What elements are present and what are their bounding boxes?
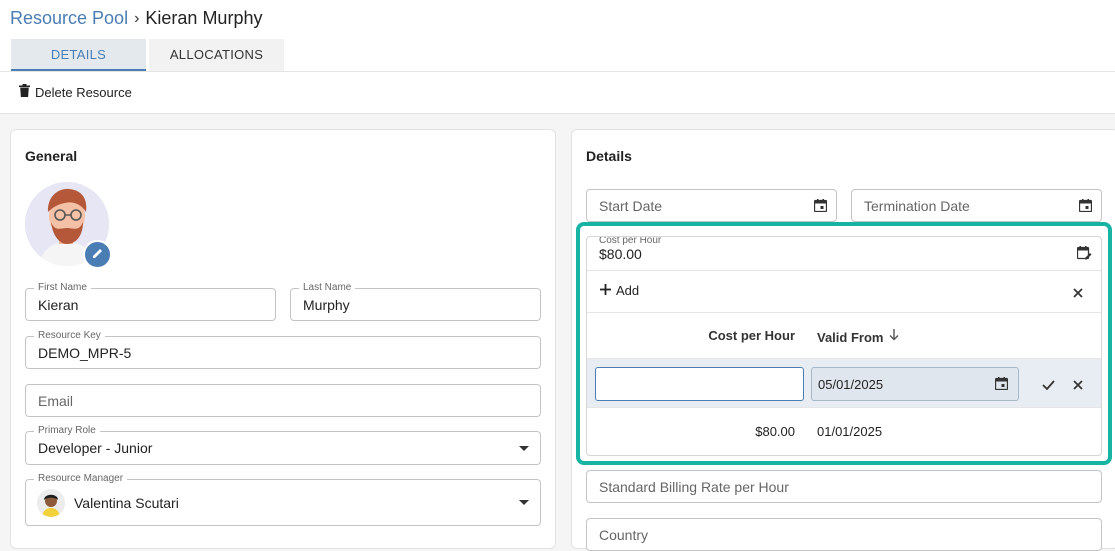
billing-rate-field[interactable]: Standard Billing Rate per Hour <box>586 470 1102 503</box>
billing-rate-placeholder: Standard Billing Rate per Hour <box>599 478 789 495</box>
page-title: Kieran Murphy <box>145 8 263 28</box>
calendar-icon[interactable] <box>1078 199 1092 213</box>
manager-avatar <box>37 489 65 517</box>
email-placeholder: Email <box>38 392 74 409</box>
country-placeholder: Country <box>599 526 649 543</box>
resource-manager-select[interactable]: Resource Manager Valentina Scutari <box>25 473 541 526</box>
chevron-down-icon <box>517 441 531 455</box>
start-date-field[interactable]: Start Date <box>586 189 837 222</box>
highlight-frame <box>576 222 1112 465</box>
pencil-icon <box>92 246 104 264</box>
chevron-down-icon <box>517 496 531 510</box>
tab-details[interactable]: DETAILS <box>11 39 146 71</box>
last-name-value: Murphy <box>303 296 350 313</box>
breadcrumb-resource-pool-link[interactable]: Resource Pool <box>10 8 128 29</box>
country-field[interactable]: Country <box>586 518 1102 551</box>
general-title: General <box>25 148 78 164</box>
delete-resource-label: Delete Resource <box>35 84 132 100</box>
start-date-placeholder: Start Date <box>599 197 663 214</box>
email-field[interactable]: Email <box>25 384 541 417</box>
edit-avatar-button[interactable] <box>83 240 112 269</box>
resource-manager-value: Valentina Scutari <box>74 494 179 511</box>
termination-date-placeholder: Termination Date <box>864 197 970 214</box>
tab-allocations[interactable]: ALLOCATIONS <box>149 39 284 71</box>
first-name-value: Kieran <box>38 296 79 313</box>
top-bar: Resource Pool › Kieran Murphy DETAILS AL… <box>0 0 1115 114</box>
calendar-icon[interactable] <box>813 199 827 213</box>
first-name-field[interactable]: First Name Kieran <box>25 282 276 321</box>
trash-icon <box>19 84 30 100</box>
primary-role-value: Developer - Junior <box>38 440 153 456</box>
primary-role-select[interactable]: Primary Role Developer - Junior <box>25 425 541 465</box>
last-name-field[interactable]: Last Name Murphy <box>290 282 541 321</box>
termination-date-field[interactable]: Termination Date <box>851 189 1102 222</box>
breadcrumb-separator: › <box>134 9 140 27</box>
tab-divider <box>0 71 1115 72</box>
breadcrumb: Resource Pool › Kieran Murphy <box>10 8 262 29</box>
tab-bar: DETAILS ALLOCATIONS <box>11 39 284 71</box>
details-title: Details <box>586 148 632 164</box>
resource-key-field[interactable]: Resource Key DEMO_MPR-5 <box>25 330 541 369</box>
delete-resource-button[interactable]: Delete Resource <box>19 84 132 100</box>
resource-key-value: DEMO_MPR-5 <box>38 344 132 361</box>
